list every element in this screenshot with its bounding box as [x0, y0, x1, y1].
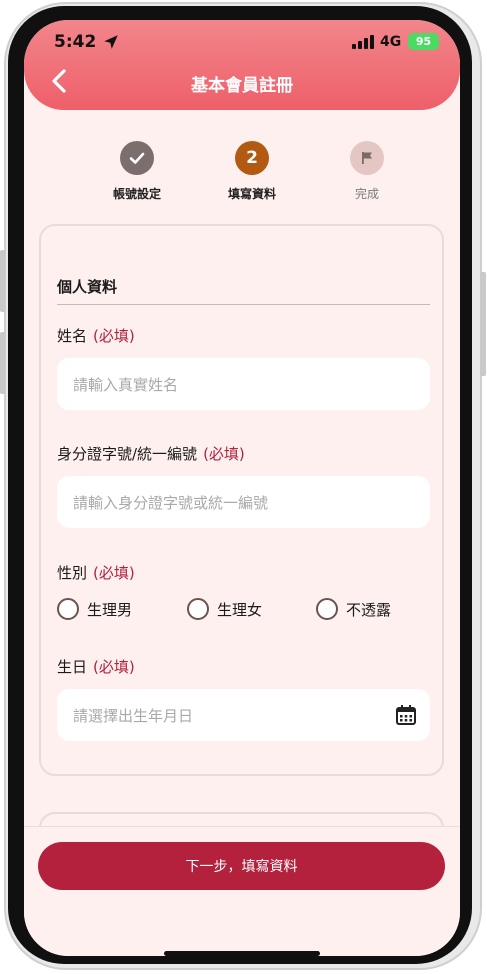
- step-complete: 完成: [322, 141, 412, 202]
- gender-label: 性別 (必填): [57, 562, 135, 583]
- required-mark: (必填): [93, 327, 135, 345]
- radio-label: 生理男: [87, 600, 133, 619]
- radio-female[interactable]: 生理女: [187, 598, 262, 620]
- required-mark: (必填): [203, 445, 245, 463]
- name-input[interactable]: 請輸入真實姓名: [57, 358, 430, 410]
- section-title: 個人資料: [57, 278, 118, 296]
- step-upcoming-circle: [350, 141, 384, 175]
- step-number: 2: [246, 148, 258, 168]
- calendar-icon[interactable]: [394, 703, 418, 727]
- battery-icon: 95: [408, 33, 439, 50]
- step-label: 填寫資料: [227, 187, 276, 201]
- name-label-text: 姓名: [57, 327, 88, 345]
- app-screen: 5:42 4G 95 基本會員註冊 帳號設定 2 填寫資料 完成 個人資料 姓名…: [24, 20, 460, 956]
- next-step-label: 下一步，填寫資料: [185, 859, 298, 875]
- gender-radio-group: 生理男 生理女 不透露: [57, 598, 430, 624]
- radio-circle[interactable]: [316, 598, 338, 620]
- page-title: 基本會員註冊: [191, 76, 293, 96]
- birthday-label-text: 生日: [57, 658, 88, 676]
- network-label: 4G: [380, 34, 402, 50]
- location-arrow-icon: [104, 35, 118, 49]
- phone-side-button: [480, 272, 486, 376]
- id-input[interactable]: 請輸入身分證字號或統一編號: [57, 476, 430, 528]
- birthday-input-placeholder: 請選擇出生年月日: [73, 706, 194, 725]
- step-label: 完成: [354, 187, 379, 201]
- signal-icon: [352, 35, 374, 49]
- app-header: 5:42 4G 95 基本會員註冊: [24, 20, 460, 110]
- radio-label: 不透露: [346, 600, 392, 619]
- radio-circle[interactable]: [57, 598, 79, 620]
- gender-label-text: 性別: [57, 564, 88, 582]
- step-done-circle: [120, 141, 154, 175]
- id-label: 身分證字號/統一編號 (必填): [57, 443, 245, 464]
- radio-label: 生理女: [217, 600, 263, 619]
- required-mark: (必填): [93, 658, 135, 676]
- personal-info-card: 個人資料 姓名 (必填) 請輸入真實姓名 身分證字號/統一編號 (必填) 請輸入身分…: [39, 224, 444, 776]
- check-icon: [129, 152, 145, 164]
- radio-male[interactable]: 生理男: [57, 598, 132, 620]
- status-time: 5:42: [54, 32, 97, 52]
- id-label-text: 身分證字號/統一編號: [57, 445, 198, 463]
- name-input-placeholder: 請輸入真實姓名: [73, 375, 179, 394]
- next-step-button[interactable]: 下一步，填寫資料: [38, 842, 445, 890]
- phone-side-button: [0, 250, 5, 312]
- battery-level: 95: [415, 35, 432, 48]
- flag-icon: [362, 152, 372, 164]
- step-label: 帳號設定: [112, 187, 161, 201]
- name-label: 姓名 (必填): [57, 325, 135, 346]
- radio-circle[interactable]: [187, 598, 209, 620]
- phone-side-button: [0, 332, 5, 394]
- step-current-circle: 2: [235, 141, 269, 175]
- id-input-placeholder: 請輸入身分證字號或統一編號: [73, 493, 269, 512]
- step-fill-info: 2 填寫資料: [207, 141, 297, 202]
- radio-undisclosed[interactable]: 不透露: [316, 598, 391, 620]
- birthday-input[interactable]: 請選擇出生年月日: [57, 689, 430, 741]
- home-indicator: [164, 951, 320, 956]
- required-mark: (必填): [93, 564, 135, 582]
- section-divider: [57, 304, 430, 305]
- step-account-setup: 帳號設定: [92, 141, 182, 202]
- birthday-label: 生日 (必填): [57, 656, 135, 677]
